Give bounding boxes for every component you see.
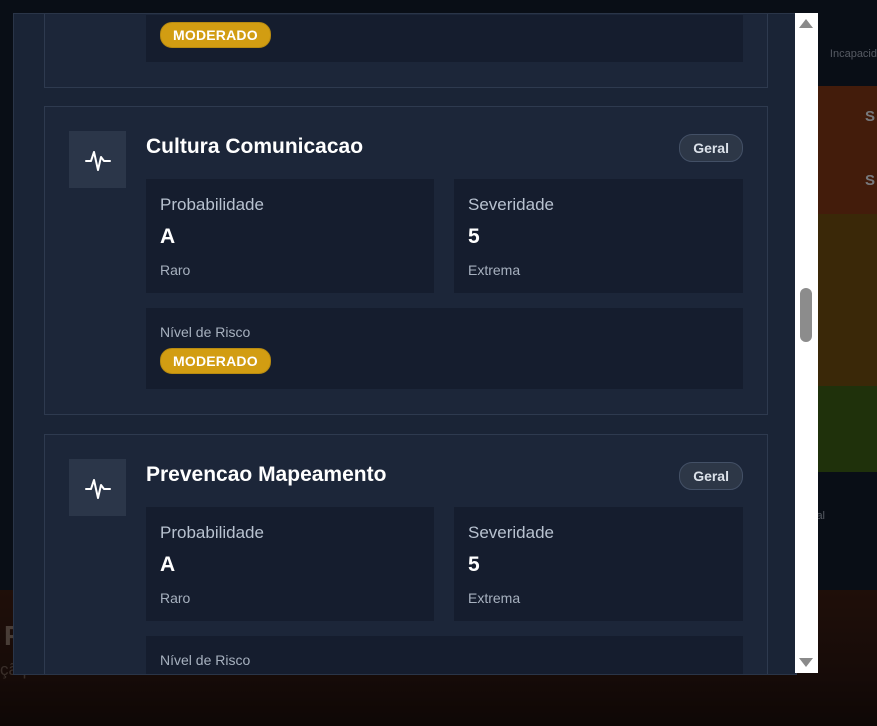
risk-details-modal: MODERADO Cultura Comunicacao Geral Proba… [13,13,797,675]
risk-card: Cultura Comunicacao Geral Probabilidade … [44,106,768,415]
scroll-up-icon[interactable] [799,19,813,28]
activity-pulse-icon [69,459,126,516]
severity-label: Severidade [468,523,555,542]
risk-level-badge: MODERADO [160,22,271,48]
risk-card: Prevencao Mapeamento Geral Probabilidade… [44,434,768,674]
probability-label: Probabilidade [160,195,264,214]
probability-value: A [160,553,176,576]
severity-description: Extrema [468,262,521,278]
probability-description: Raro [160,262,191,278]
severity-panel: Severidade 5 Extrema [454,507,743,621]
risk-level-badge: MODERADO [160,348,271,374]
severity-value: 5 [468,553,480,576]
risk-card: MODERADO [44,14,768,88]
risk-level-panel: Nível de Risco MODERADO [146,308,743,389]
probability-description: Raro [160,590,191,606]
scroll-down-icon[interactable] [799,658,813,667]
card-title: Cultura Comunicacao [146,135,364,158]
probability-label: Probabilidade [160,523,264,542]
activity-pulse-icon [69,131,126,188]
severity-label: Severidade [468,195,555,214]
category-tag: Geral [679,462,743,490]
severity-panel: Severidade 5 Extrema [454,179,743,293]
risk-level-label: Nível de Risco [160,652,251,668]
severity-description: Extrema [468,590,521,606]
risk-level-panel: MODERADO [146,15,743,62]
scroll-thumb[interactable] [800,288,812,342]
severity-value: 5 [468,225,480,248]
category-tag: Geral [679,134,743,162]
probability-panel: Probabilidade A Raro [146,507,434,621]
card-title: Prevencao Mapeamento [146,463,387,486]
modal-scrollbar[interactable] [795,13,818,673]
risk-level-panel: Nível de Risco [146,636,743,674]
risk-level-label: Nível de Risco [160,324,251,340]
probability-value: A [160,225,176,248]
probability-panel: Probabilidade A Raro [146,179,434,293]
